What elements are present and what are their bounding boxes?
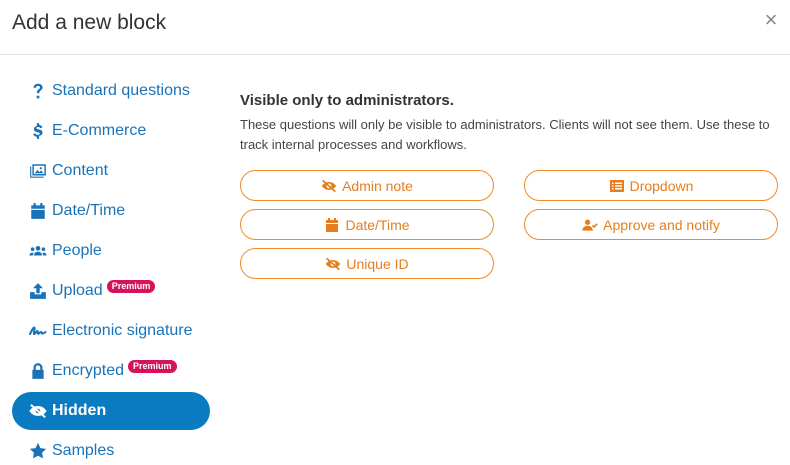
calendar-icon (28, 201, 48, 221)
sidebar-item-label: Date/Time (52, 202, 126, 219)
block-label: Dropdown (629, 177, 694, 194)
premium-badge: Premium (106, 279, 156, 293)
block-options: Admin note Dropdown Date/Time Approve an… (240, 170, 780, 280)
sidebar-item-e-commerce[interactable]: E-Commerce (12, 112, 210, 150)
sidebar-item-label: Encrypted (52, 362, 125, 379)
list-icon (609, 179, 624, 192)
sidebar-item-people[interactable]: People (12, 232, 210, 270)
sidebar-item-electronic-signature[interactable]: Electronic signature (12, 312, 210, 350)
section-intro: Visible only to administrators. These qu… (240, 92, 785, 155)
question-icon (28, 81, 48, 101)
users-icon (28, 241, 48, 261)
sidebar-item-label: Standard questions (52, 82, 190, 99)
sidebar-item-label: E-Commerce (52, 122, 147, 139)
dialog-title: Add a new block (12, 11, 167, 34)
section-title: Visible only to administrators. (240, 92, 454, 109)
sidebar-item-hidden[interactable]: Hidden (12, 392, 210, 430)
sidebar-item-encrypted[interactable]: Encrypted Premium (12, 352, 210, 390)
sidebar-item-content[interactable]: Content (12, 152, 210, 190)
eye-slash-icon (321, 179, 337, 192)
sidebar-item-label: Samples (52, 442, 115, 459)
sidebar-item-samples[interactable]: Samples (12, 432, 210, 465)
user-check-icon (582, 219, 598, 231)
date-time-button[interactable]: Date/Time (240, 209, 494, 240)
premium-badge: Premium (128, 359, 177, 373)
block-label: Approve and notify (603, 216, 720, 233)
eye-slash-icon (28, 401, 48, 421)
close-icon[interactable]: × (760, 9, 782, 31)
dialog-header: Add a new block × (0, 0, 790, 55)
dropdown-button[interactable]: Dropdown (524, 170, 778, 201)
sidebar-item-label: Hidden (52, 402, 107, 419)
eye-slash-icon (326, 257, 341, 270)
sidebar-item-label: Upload (52, 282, 103, 299)
sidebar-item-label: Content (52, 162, 109, 179)
images-icon (28, 161, 48, 181)
sidebar-item-standard-questions[interactable]: Standard questions (12, 72, 210, 110)
block-label: Unique ID (346, 255, 409, 272)
upload-icon (28, 281, 48, 301)
sidebar-item-label: Electronic signature (52, 322, 193, 339)
sidebar-item-upload[interactable]: Upload Premium (12, 272, 210, 310)
sidebar-item-date-time[interactable]: Date/Time (12, 192, 210, 230)
block-label: Admin note (342, 177, 413, 194)
block-label: Date/Time (345, 216, 410, 233)
calendar-icon (326, 217, 339, 232)
dollar-icon (28, 121, 48, 141)
admin-note-button[interactable]: Admin note (240, 170, 494, 201)
star-icon (28, 441, 48, 461)
sidebar-item-label: People (52, 242, 102, 259)
category-sidebar: Standard questions E-Commerce Content Da… (12, 72, 210, 465)
section-description: These questions will only be visible to … (240, 117, 770, 152)
signature-icon (28, 321, 48, 341)
unique-id-button[interactable]: Unique ID (240, 248, 494, 279)
approve-and-notify-button[interactable]: Approve and notify (524, 209, 778, 240)
lock-icon (28, 361, 48, 381)
